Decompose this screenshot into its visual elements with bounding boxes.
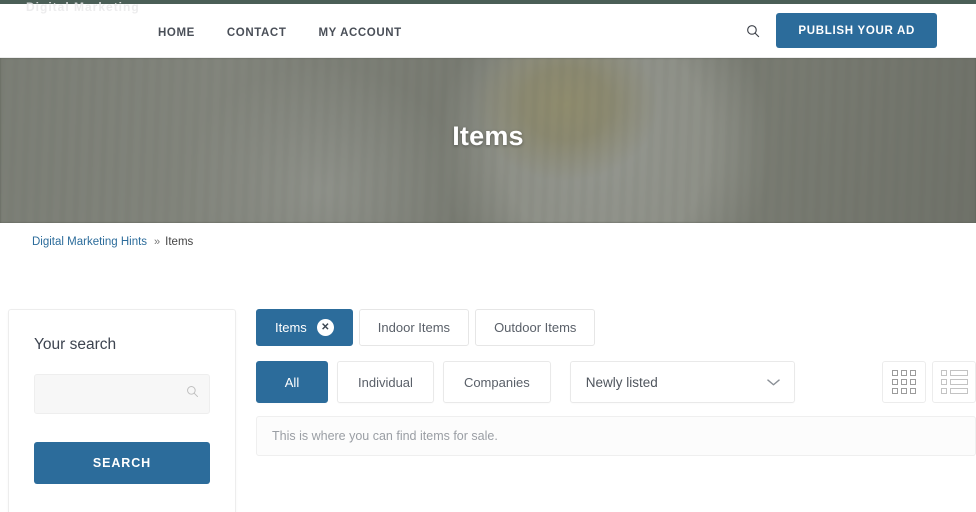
breadcrumb-root-link[interactable]: Digital Marketing Hints bbox=[32, 236, 147, 248]
hero-banner: Items bbox=[0, 58, 976, 223]
breadcrumb-separator: » bbox=[154, 236, 161, 248]
filter-all[interactable]: All bbox=[256, 361, 328, 403]
main-navigation: HOME CONTACT MY ACCOUNT bbox=[158, 27, 402, 39]
tab-indoor-items-label: Indoor Items bbox=[377, 320, 451, 335]
search-field-wrapper bbox=[34, 374, 210, 414]
sort-select-value: Newly listed bbox=[585, 374, 658, 390]
site-header: Digital Marketing HOME CONTACT MY ACCOUN… bbox=[0, 0, 976, 58]
nav-item-my-account[interactable]: MY ACCOUNT bbox=[318, 27, 401, 39]
nav-item-contact[interactable]: CONTACT bbox=[227, 27, 287, 39]
page-body: Your search SEARCH Items ✕ Indoor Items bbox=[0, 261, 976, 512]
filter-row: All Individual Companies Newly listed bbox=[256, 361, 976, 403]
search-icon[interactable] bbox=[736, 14, 770, 48]
main-content: Items ✕ Indoor Items Outdoor Items All I… bbox=[256, 309, 976, 456]
page-title: Items bbox=[452, 121, 524, 151]
publish-your-ad-button[interactable]: PUBLISH YOUR AD bbox=[776, 13, 937, 48]
site-logo[interactable]: Digital Marketing bbox=[26, 0, 140, 14]
search-button[interactable]: SEARCH bbox=[34, 442, 210, 484]
tab-items-label: Items bbox=[275, 320, 307, 335]
category-tab-row: Items ✕ Indoor Items Outdoor Items bbox=[256, 309, 976, 346]
tab-outdoor-items-label: Outdoor Items bbox=[494, 320, 577, 335]
tab-items[interactable]: Items ✕ bbox=[256, 309, 353, 346]
magnifier-icon bbox=[186, 385, 199, 403]
close-icon[interactable]: ✕ bbox=[316, 319, 334, 336]
tab-indoor-items[interactable]: Indoor Items bbox=[358, 309, 470, 346]
grid-view-icon[interactable] bbox=[882, 361, 926, 403]
breadcrumb: Digital Marketing Hints » Items bbox=[0, 223, 976, 261]
breadcrumb-current: Items bbox=[165, 236, 194, 248]
info-bar-text: This is where you can find items for sal… bbox=[272, 429, 498, 443]
sidebar-title: Your search bbox=[34, 336, 117, 353]
search-input[interactable] bbox=[35, 375, 209, 413]
info-bar: This is where you can find items for sal… bbox=[256, 416, 976, 456]
tab-outdoor-items[interactable]: Outdoor Items bbox=[475, 309, 596, 346]
header-actions: PUBLISH YOUR AD bbox=[736, 4, 976, 57]
search-sidebar-card: Your search SEARCH bbox=[8, 309, 236, 512]
list-view-icon[interactable] bbox=[932, 361, 976, 403]
chevron-down-icon bbox=[766, 375, 780, 390]
view-toggle-group bbox=[882, 361, 976, 403]
filter-individual[interactable]: Individual bbox=[337, 361, 434, 403]
nav-item-home[interactable]: HOME bbox=[158, 27, 195, 39]
filter-companies[interactable]: Companies bbox=[442, 361, 551, 403]
sort-select[interactable]: Newly listed bbox=[569, 361, 795, 403]
